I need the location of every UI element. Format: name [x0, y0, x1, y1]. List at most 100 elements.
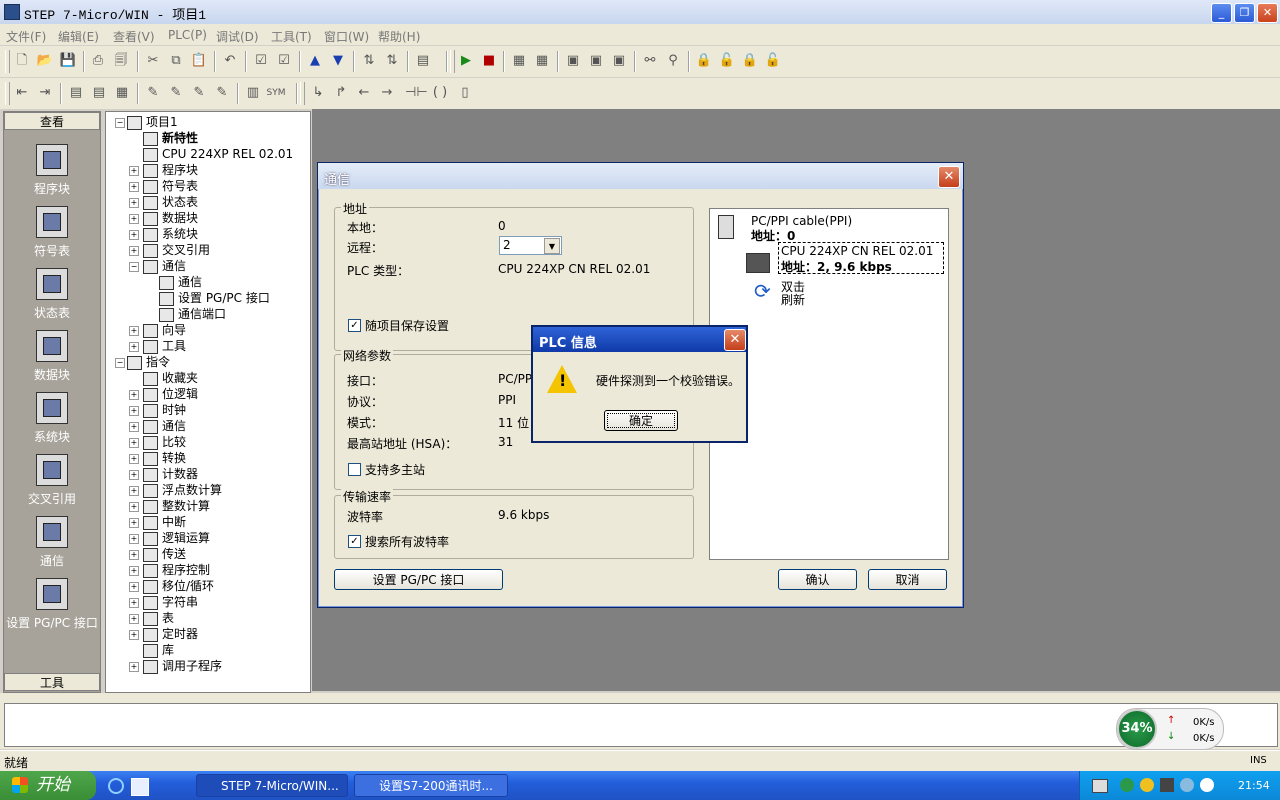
expand-icon[interactable]: + [129, 246, 139, 256]
output-window[interactable] [4, 703, 1278, 747]
expand-icon[interactable]: + [129, 630, 139, 640]
expand-icon[interactable]: + [129, 230, 139, 240]
expand-icon[interactable]: + [129, 198, 139, 208]
expand-icon[interactable]: + [129, 534, 139, 544]
maximize-button[interactable]: ❐ [1234, 3, 1255, 23]
next-bookmark-icon[interactable]: ▤ [89, 83, 109, 103]
sort-descending-icon[interactable]: ⇅ [382, 51, 402, 71]
expand-icon[interactable]: + [129, 550, 139, 560]
expand-icon[interactable]: + [129, 326, 139, 336]
line-up-icon[interactable]: ↱ [331, 83, 351, 103]
coil-icon[interactable]: ( ) [430, 83, 450, 103]
expand-icon[interactable]: + [129, 598, 139, 608]
toggle-symbol-icon[interactable]: ✎ [189, 83, 209, 103]
menu-plc[interactable]: PLC(P) [168, 28, 207, 42]
start-button[interactable]: 开始 [0, 771, 96, 800]
compile-all-icon[interactable]: ☑ [274, 51, 294, 71]
expand-icon[interactable]: + [129, 214, 139, 224]
menu-edit[interactable]: 编辑(E) [58, 28, 99, 45]
expand-icon[interactable]: + [129, 454, 139, 464]
refresh-icon[interactable]: ⟳ [754, 281, 774, 301]
nav-status-table[interactable]: 状态表 [4, 268, 100, 321]
task-step7[interactable]: STEP 7-Micro/WIN... [196, 774, 348, 797]
info-close-button[interactable]: ✕ [724, 329, 746, 351]
expand-icon[interactable]: + [129, 518, 139, 528]
contact-icon[interactable]: ⊣⊢ [405, 83, 428, 103]
save-icon[interactable]: 💾 [58, 51, 78, 71]
collapse-icon[interactable]: − [115, 118, 125, 128]
nav-cross-reference[interactable]: 交叉引用 [4, 454, 100, 507]
sort-ascending-icon[interactable]: ⇅ [359, 51, 379, 71]
collapse-icon[interactable]: − [129, 262, 139, 272]
download-icon[interactable]: ▼ [328, 51, 348, 71]
cpu-node[interactable]: CPU 224XP CN REL 02.01 地址：2, 9.6 kbps [778, 242, 944, 274]
network-tray-icon[interactable] [1120, 778, 1134, 792]
toolbar-handle[interactable] [5, 50, 10, 73]
keyboard-icon[interactable] [1092, 779, 1108, 793]
toggle-comment-icon[interactable]: ✎ [212, 83, 232, 103]
menu-file[interactable]: 文件(F) [6, 28, 46, 45]
program-status-icon[interactable]: ▦ [509, 51, 529, 71]
ime-tray-icon[interactable] [1160, 778, 1174, 792]
upload-icon[interactable]: ▲ [305, 51, 325, 71]
compile-icon[interactable]: ☑ [251, 51, 271, 71]
nav-header-tools[interactable]: 工具 [4, 673, 100, 691]
toggle-pou-icon[interactable]: ✎ [143, 83, 163, 103]
expand-icon[interactable]: + [129, 390, 139, 400]
write-all-icon[interactable]: ▣ [609, 51, 629, 71]
menu-view[interactable]: 查看(V) [113, 28, 155, 45]
info-ok-button[interactable]: 确定 [604, 410, 678, 431]
nav-data-block[interactable]: 数据块 [4, 330, 100, 383]
nav-set-pgpc[interactable]: 设置 PG/PC 接口 [4, 578, 100, 631]
box-icon[interactable]: ▯ [455, 83, 475, 103]
expand-icon[interactable]: + [129, 166, 139, 176]
nav-communication[interactable]: 通信 [4, 516, 100, 569]
chevron-down-icon[interactable]: ▼ [544, 238, 560, 254]
lock-icon[interactable]: 🔒 [694, 51, 714, 71]
outdent-icon[interactable]: ⇥ [35, 83, 55, 103]
remote-address-select[interactable]: 2 ▼ [499, 236, 562, 255]
expand-icon[interactable]: + [129, 422, 139, 432]
dialog-close-button[interactable]: ✕ [938, 166, 960, 188]
expand-icon[interactable]: + [129, 486, 139, 496]
chart-status-icon[interactable]: ▣ [563, 51, 583, 71]
run-icon[interactable]: ▶ [456, 51, 476, 71]
symbol-addressing-icon[interactable]: SYM [266, 83, 286, 103]
unforce-icon[interactable]: ⚲ [663, 51, 683, 71]
expand-icon[interactable]: + [129, 614, 139, 624]
pause-status-icon[interactable]: ▦ [532, 51, 552, 71]
expand-icon[interactable]: + [129, 406, 139, 416]
cut-icon[interactable]: ✂ [143, 51, 163, 71]
indent-icon[interactable]: ⇤ [12, 83, 32, 103]
expand-icon[interactable]: + [129, 502, 139, 512]
setup-pgpc-button[interactable]: 设置 PG/PC 接口 [334, 569, 503, 590]
unforce-all-icon[interactable]: 🔒 [740, 51, 760, 71]
stop-icon[interactable]: ■ [479, 51, 499, 71]
menu-tools[interactable]: 工具(T) [271, 28, 312, 45]
expand-icon[interactable]: + [129, 342, 139, 352]
line-right-icon[interactable]: → [377, 83, 397, 103]
undo-icon[interactable]: ↶ [220, 51, 240, 71]
search-all-baud-checkbox[interactable]: ✓ [348, 535, 361, 548]
line-left-icon[interactable]: ← [354, 83, 374, 103]
expand-icon[interactable]: + [129, 438, 139, 448]
clock-tray-icon[interactable] [1200, 778, 1214, 792]
confirm-button[interactable]: 确认 [778, 569, 857, 590]
menu-debug[interactable]: 调试(D) [216, 28, 259, 45]
expand-icon[interactable]: + [129, 470, 139, 480]
open-folder-icon[interactable]: 📂 [35, 51, 55, 71]
nav-program-block[interactable]: 程序块 [4, 144, 100, 197]
close-button[interactable]: ✕ [1257, 3, 1278, 23]
symbol-info-icon[interactable]: ▥ [243, 83, 263, 103]
copy-icon[interactable]: ⧉ [166, 51, 186, 71]
line-down-icon[interactable]: ↳ [308, 83, 328, 103]
toggle-network-icon[interactable]: ✎ [166, 83, 186, 103]
security-tray-icon[interactable] [1140, 778, 1154, 792]
single-read-icon[interactable]: ▣ [586, 51, 606, 71]
options-icon[interactable]: ▤ [413, 51, 433, 71]
save-with-project-checkbox[interactable]: ✓ [348, 319, 361, 332]
collapse-icon[interactable]: − [115, 358, 125, 368]
new-file-icon[interactable]: 🗋 [12, 51, 32, 71]
nav-header-view[interactable]: 查看 [4, 112, 100, 130]
expand-icon[interactable]: + [129, 662, 139, 672]
